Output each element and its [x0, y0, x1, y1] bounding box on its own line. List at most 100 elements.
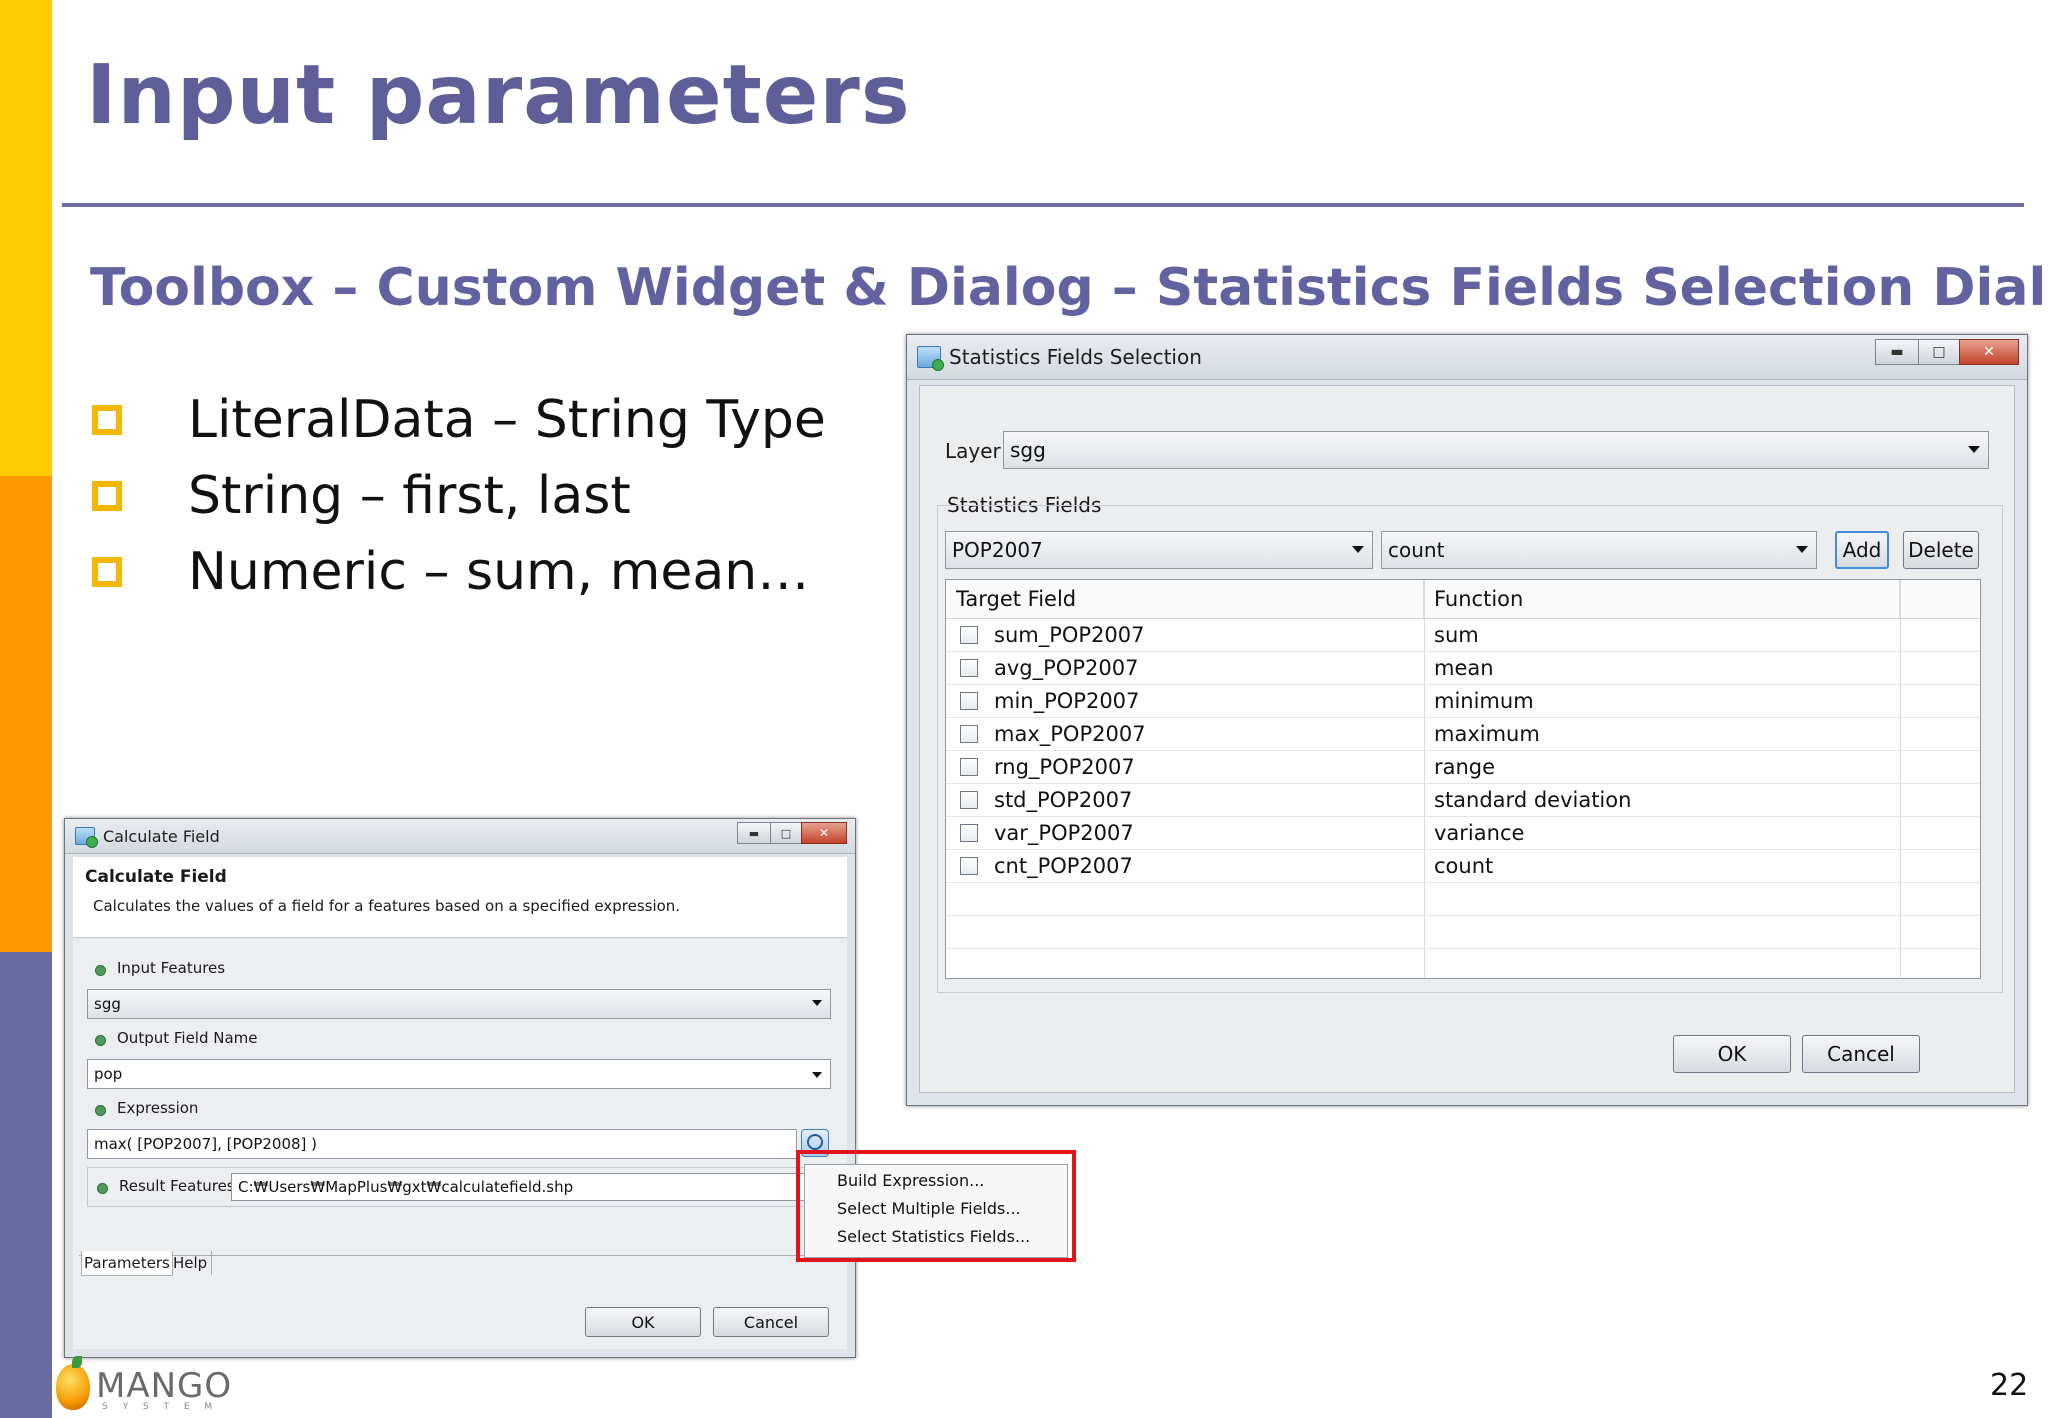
bullet-text: LiteralData – String Type: [188, 390, 826, 450]
table-row: [946, 915, 1980, 949]
caption-buttons: ▬ □ ✕: [737, 822, 847, 844]
layer-select[interactable]: sgg: [1003, 431, 1989, 469]
logo-name: MANGO: [96, 1366, 233, 1406]
function-cell: range: [1434, 754, 1496, 779]
row-checkbox[interactable]: [960, 692, 978, 710]
target-field-cell: cnt_POP2007: [994, 853, 1133, 878]
required-dot-icon: [95, 965, 106, 976]
bullet-square-icon: [92, 405, 122, 435]
target-field-cell: std_POP2007: [994, 787, 1133, 812]
maximize-button[interactable]: □: [770, 822, 802, 844]
column-header-function[interactable]: Function: [1424, 580, 1900, 618]
statistics-fields-dialog: Statistics Fields Selection ▬ □ ✕ Layer …: [906, 334, 2028, 1106]
table-row[interactable]: std_POP2007 standard deviation: [946, 783, 1980, 817]
table-row[interactable]: rng_POP2007 range: [946, 750, 1980, 784]
dialog-title-bar[interactable]: Statistics Fields Selection ▬ □ ✕: [907, 335, 2027, 380]
field-select[interactable]: POP2007: [945, 531, 1373, 569]
required-dot-icon: [97, 1183, 108, 1194]
result-features-input[interactable]: C:₩Users₩MapPlus₩gxt₩calculatefield.shp: [231, 1173, 825, 1201]
row-checkbox[interactable]: [960, 758, 978, 776]
layer-label: Layer: [945, 439, 1001, 463]
ok-button[interactable]: OK: [1673, 1035, 1791, 1073]
table-row: [946, 882, 1980, 916]
table-row[interactable]: min_POP2007 minimum: [946, 684, 1980, 718]
tab-parameters[interactable]: Parameters: [81, 1251, 173, 1276]
row-checkbox[interactable]: [960, 626, 978, 644]
bullet-text: Numeric – sum, mean…: [188, 542, 810, 602]
function-cell: maximum: [1434, 721, 1540, 746]
close-button[interactable]: ✕: [1959, 339, 2019, 365]
row-checkbox[interactable]: [960, 824, 978, 842]
target-field-cell: sum_POP2007: [994, 622, 1145, 647]
bullet-item: String – first, last: [92, 458, 826, 534]
field-select-value: POP2007: [952, 538, 1043, 562]
question-mark-icon: [807, 1134, 823, 1150]
target-field-cell: var_POP2007: [994, 820, 1134, 845]
target-field-cell: min_POP2007: [994, 688, 1140, 713]
cancel-button[interactable]: Cancel: [713, 1307, 829, 1337]
dialog-title: Calculate Field: [103, 826, 220, 846]
function-cell: minimum: [1434, 688, 1534, 713]
table-row[interactable]: max_POP2007 maximum: [946, 717, 1980, 751]
target-field-cell: max_POP2007: [994, 721, 1146, 746]
ok-button[interactable]: OK: [585, 1307, 701, 1337]
function-cell: standard deviation: [1434, 787, 1632, 812]
function-cell: mean: [1434, 655, 1494, 680]
function-cell: sum: [1434, 622, 1479, 647]
close-button[interactable]: ✕: [801, 822, 847, 844]
side-bar-purple: [0, 952, 52, 1418]
input-features-label: Input Features: [117, 959, 226, 977]
minimize-button[interactable]: ▬: [737, 822, 771, 844]
row-checkbox[interactable]: [960, 725, 978, 743]
chevron-down-icon: [812, 1072, 822, 1078]
layer-select-value: sgg: [1010, 438, 1046, 462]
side-bar-orange: [0, 476, 52, 952]
table-row[interactable]: cnt_POP2007 count: [946, 849, 1980, 883]
minimize-button[interactable]: ▬: [1875, 339, 1919, 365]
app-icon: [917, 346, 944, 371]
calculate-field-dialog: Calculate Field ▬ □ ✕ Calculate Field Ca…: [64, 818, 856, 1358]
function-cell: count: [1434, 853, 1494, 878]
result-features-label: Result Features: [119, 1177, 235, 1195]
caption-buttons: ▬ □ ✕: [1875, 339, 2019, 365]
add-button[interactable]: Add: [1835, 531, 1889, 569]
chevron-down-icon: [1796, 546, 1808, 553]
app-icon: [75, 827, 98, 848]
output-field-name-input[interactable]: pop: [87, 1059, 831, 1089]
table-row[interactable]: sum_POP2007 sum: [946, 618, 1980, 652]
slide-subtitle: Toolbox – Custom Widget & Dialog – Stati…: [90, 258, 2048, 318]
chevron-down-icon: [1352, 546, 1364, 553]
output-field-name-label: Output Field Name: [117, 1029, 258, 1047]
maximize-button[interactable]: □: [1918, 339, 1960, 365]
logo-tagline: S Y S T E M: [102, 1402, 219, 1412]
bullet-text: String – first, last: [188, 466, 631, 526]
function-select[interactable]: count: [1381, 531, 1817, 569]
table-header: Target Field Function: [946, 580, 1980, 619]
page-number: 22: [1990, 1368, 2029, 1403]
input-features-value: sgg: [94, 995, 121, 1013]
statistics-fields-table[interactable]: Target Field Function sum_POP2007 sum avg_…: [945, 579, 1981, 979]
bullet-item: LiteralData – String Type: [92, 382, 826, 458]
table-row[interactable]: avg_POP2007 mean: [946, 651, 1980, 685]
row-checkbox[interactable]: [960, 659, 978, 677]
expression-input[interactable]: max( [POP2007], [POP2008] ): [87, 1129, 797, 1159]
column-header-target-field[interactable]: Target Field: [946, 580, 1424, 618]
input-features-select[interactable]: sgg: [87, 989, 831, 1019]
chevron-down-icon: [812, 1000, 822, 1006]
bullet-square-icon: [92, 557, 122, 587]
delete-button[interactable]: Delete: [1903, 531, 1979, 569]
target-field-cell: rng_POP2007: [994, 754, 1135, 779]
dialog-title-bar[interactable]: Calculate Field ▬ □ ✕: [65, 819, 855, 854]
dialog-title: Statistics Fields Selection: [949, 345, 1202, 369]
required-dot-icon: [95, 1035, 106, 1046]
header-title: Calculate Field: [85, 867, 227, 887]
row-checkbox[interactable]: [960, 857, 978, 875]
expression-value: max( [POP2007], [POP2008] ): [94, 1135, 318, 1153]
cancel-button[interactable]: Cancel: [1802, 1035, 1920, 1073]
table-row[interactable]: var_POP2007 variance: [946, 816, 1980, 850]
row-checkbox[interactable]: [960, 791, 978, 809]
target-field-cell: avg_POP2007: [994, 655, 1139, 680]
tab-help[interactable]: Help: [169, 1251, 213, 1275]
slide-title: Input parameters: [86, 48, 911, 143]
bullet-item: Numeric – sum, mean…: [92, 534, 826, 610]
